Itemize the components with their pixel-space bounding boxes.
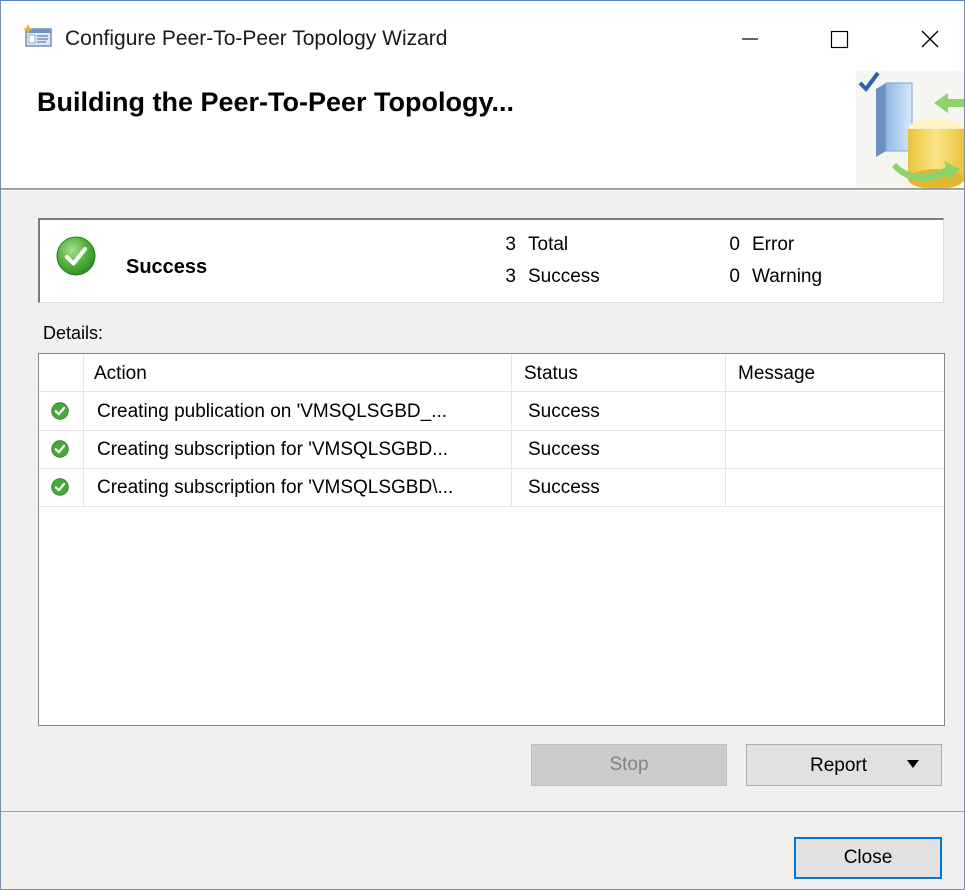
warning-count-label: Warning (752, 266, 823, 287)
error-count-value: 0 (729, 234, 740, 255)
close-icon[interactable] (899, 13, 959, 61)
warning-count-value: 0 (729, 266, 740, 287)
table-row[interactable]: Creating subscription for 'VMSQLSGBD\...… (39, 468, 944, 507)
success-check-icon (56, 236, 96, 276)
maximize-icon[interactable] (809, 13, 869, 61)
success-check-icon (51, 478, 69, 496)
summary-status: Success (126, 256, 208, 278)
total-count: 3 Total (502, 234, 568, 256)
report-button-label: Report (810, 755, 868, 776)
row-action: Creating publication on 'VMSQLSGBD_... (97, 401, 448, 422)
success-count-value: 3 (505, 266, 516, 287)
row-action: Creating subscription for 'VMSQLSGBD\... (97, 477, 454, 498)
grid-header: Action Status Message (39, 354, 944, 392)
column-header-status[interactable]: Status (524, 363, 578, 385)
summary-panel: Success 3 Total 3 Success 0 Error 0 Warning (38, 218, 944, 303)
row-status: Success (528, 401, 600, 422)
title-bar: Configure Peer-To-Peer Topology Wizard (1, 1, 964, 81)
minimize-icon[interactable] (719, 13, 779, 61)
wizard-header: Building the Peer-To-Peer Topology... (1, 71, 964, 189)
error-count-label: Error (752, 234, 795, 255)
total-count-value: 3 (505, 234, 516, 255)
row-action: Creating subscription for 'VMSQLSGBD... (97, 439, 449, 460)
window-title: Configure Peer-To-Peer Topology Wizard (65, 27, 448, 50)
success-count-label: Success (528, 266, 600, 287)
stop-button[interactable]: Stop (531, 744, 727, 786)
warning-count: 0 Warning (726, 266, 822, 288)
column-header-message[interactable]: Message (738, 363, 815, 385)
success-count: 3 Success (502, 266, 600, 288)
page-title: Building the Peer-To-Peer Topology... (37, 87, 515, 117)
app-icon (23, 24, 52, 47)
error-count: 0 Error (726, 234, 794, 256)
row-status: Success (528, 477, 600, 498)
header-divider-highlight (1, 190, 964, 191)
table-row[interactable]: Creating subscription for 'VMSQLSGBD... … (39, 430, 944, 469)
details-grid[interactable]: Action Status Message Creating publicati… (38, 353, 945, 726)
details-label: Details: (43, 323, 104, 343)
dropdown-arrow-icon[interactable] (906, 758, 920, 770)
row-status: Success (528, 439, 600, 460)
wizard-banner-icon (856, 71, 964, 189)
close-button[interactable]: Close (794, 837, 942, 879)
success-check-icon (51, 440, 69, 458)
wizard-window: Configure Peer-To-Peer Topology Wizard B… (0, 0, 965, 890)
column-header-action[interactable]: Action (94, 363, 147, 385)
success-check-icon (51, 402, 69, 420)
report-button[interactable]: Report (746, 744, 942, 786)
table-row[interactable]: Creating publication on 'VMSQLSGBD_... S… (39, 392, 944, 431)
total-count-label: Total (528, 234, 569, 255)
